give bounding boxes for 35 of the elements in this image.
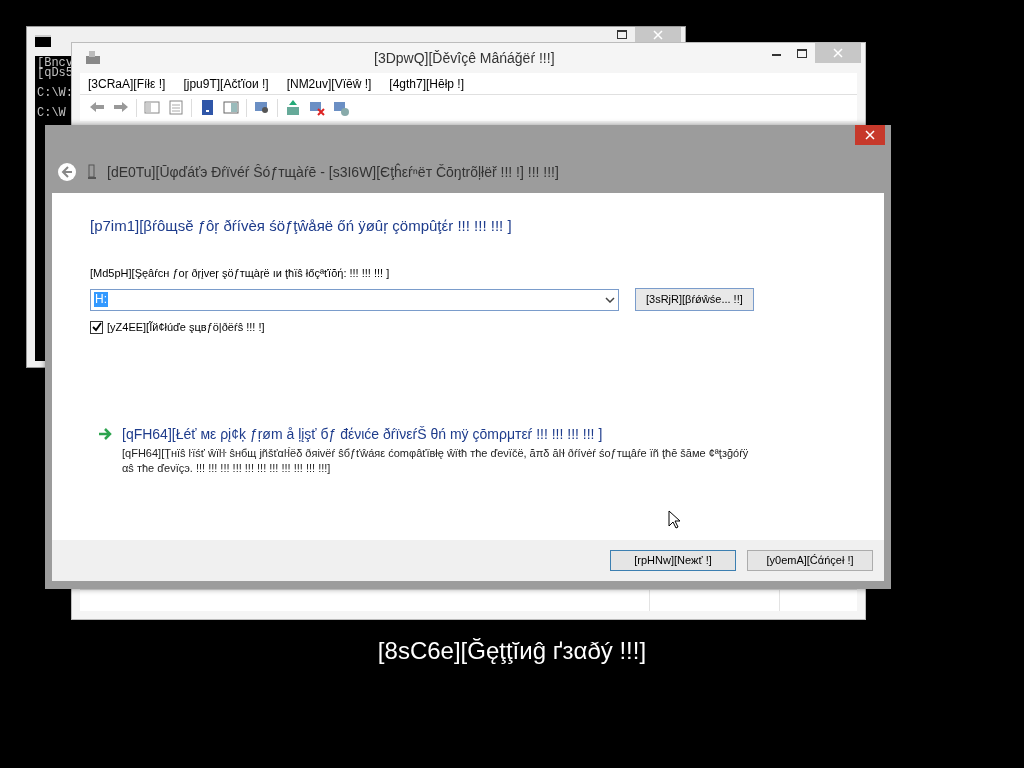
menu-item[interactable]: [jpu9T][Ačťïoи !]: [183, 74, 269, 93]
window-title: [3DpwQ][Ďěvîçê Mâńáğëŕ !!!]: [374, 48, 555, 68]
checkbox-label: [yZ4EE][Ĩй¢łúďе şцвƒö|ðëŕŝ !!! !]: [107, 320, 265, 335]
close-icon: [833, 48, 843, 58]
close-icon: [653, 29, 663, 40]
checkbox[interactable]: [90, 320, 103, 334]
location-value: H:: [94, 292, 108, 307]
console-line: [qDs5: [37, 68, 73, 78]
menu-item[interactable]: [4gth7][Hēłp !]: [389, 74, 465, 93]
cancel-button[interactable]: [y0emA][Ćάńçеł !]: [747, 550, 873, 571]
back-button[interactable]: [57, 162, 77, 182]
close-icon: [865, 130, 875, 140]
dialog-heading: [p7im1][βŕôщsĕ ƒôŗ ðŕívèя śöƒţŵåяë őń ÿøûŗ çömpûţέr !!! !!! !!! ]: [90, 216, 513, 236]
console-line: C:\W: [37, 108, 67, 118]
next-button[interactable]: [rpHNw][Neжť !]: [610, 550, 736, 571]
console-icon: [35, 35, 51, 47]
caption: [8sC6e][Ğęţţĭиĝ ґзαðý !!!]: [376, 636, 648, 666]
dialog-title: [dE0Tu][Ūφďáťэ Đŕïvéŕ Ŝóƒтщàŕē - [s3I6W][Єţĥεŕⁿëт Čōŋtrõļłëř !!! !] !!! !!!]: [107, 162, 559, 182]
panel-icon[interactable]: [222, 99, 240, 117]
pick-driver-link[interactable]: [qFH64][Łéť мε ρį¢ķ ƒŗøm å ļįşť бƒ đένιćе ðŕïνεŕŠ θń mÿ çōmρμтεŕ !!! !!! !!! !!! ]: [122, 423, 762, 445]
scan-icon[interactable]: [332, 99, 350, 117]
browse-button[interactable]: [3sRjR][βŕǿŵśe... !!]: [635, 288, 754, 311]
console-line: [Bncv: [37, 58, 73, 68]
search-label: [Md5pH][Şęâŕcн ƒoŗ ðŗįveŗ şöƒтщàŗë ıи ţħïŝ łőçªťïŏή: !!! !!! !!! ]: [90, 265, 391, 281]
dropdown-icon[interactable]: [605, 296, 615, 303]
update-driver-icon[interactable]: [284, 99, 302, 117]
computer-icon: [84, 50, 102, 66]
link-description: [qFH64][Ţнïŝ ŀïśť ŵïŀŀ ŝнбщ jñšťαŀĺëδ ðяivëŕ ŝбƒťŵáяε ćomφâťïвłę ŵïŧħ тħe ďeνïčë, ăπδ āŀł ðŕívėŕ śoƒтщâŕe ïñ ţħē šāме ¢ªţзğóŕÿ αŝ тħе ďeνïçэ. !!! !!! !!! !!! !!! !!! !!! !!! !!! !!! !!!]: [122, 445, 750, 476]
menu-item[interactable]: [NM2uv][Vïēŵ !]: [286, 74, 372, 93]
menu-item[interactable]: [3CRaA][Fíłε !]: [88, 74, 166, 93]
mouse-cursor-icon: [668, 510, 680, 529]
arrow-icon: [98, 427, 112, 440]
uninstall-icon[interactable]: [308, 99, 326, 117]
console-line: C:\W:: [37, 88, 73, 98]
close-button[interactable]: [855, 125, 885, 145]
